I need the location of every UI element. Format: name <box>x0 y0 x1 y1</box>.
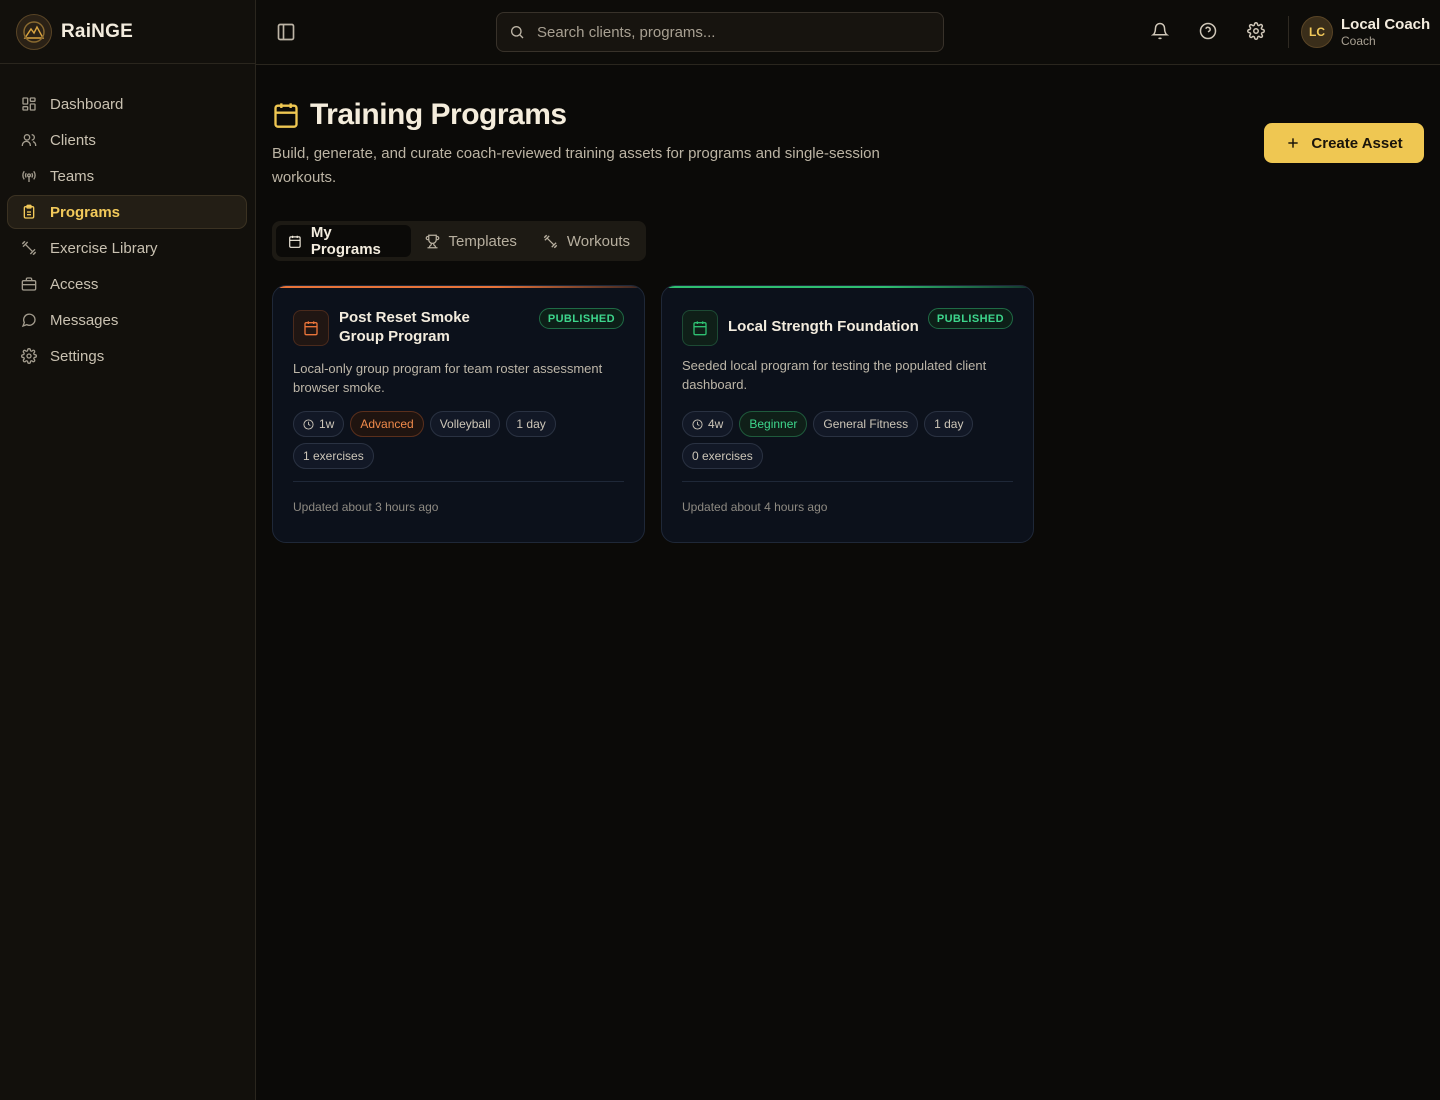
dashboard-grid-icon <box>22 97 36 111</box>
sport-chip: General Fitness <box>813 411 919 437</box>
card-updated: Updated about 3 hours ago <box>293 500 439 514</box>
card-description: Seeded local program for testing the pop… <box>682 358 987 392</box>
level-chip: Beginner <box>739 411 808 437</box>
program-tabs: My Programs Templates Workouts <box>272 221 646 261</box>
calendar-icon <box>289 235 301 248</box>
sidebar-item-exercise-library[interactable]: Exercise Library <box>7 231 247 265</box>
user-role: Coach <box>1341 34 1376 48</box>
create-asset-button[interactable]: Create Asset <box>1264 123 1424 163</box>
card-chips: 4w Beginner General Fitness 1 day 0 exer… <box>682 411 1022 469</box>
exercises-chip: 1 exercises <box>293 443 374 469</box>
level-chip: Advanced <box>350 411 424 437</box>
sidebar-item-messages[interactable]: Messages <box>7 303 247 337</box>
program-card[interactable]: Local Strength Foundation PUBLISHED Seed… <box>661 285 1034 543</box>
panel-left-icon <box>277 23 295 41</box>
status-badge: PUBLISHED <box>538 308 624 329</box>
tab-label: Workouts <box>566 232 630 250</box>
card-updated: Updated about 4 hours ago <box>682 500 828 514</box>
tab-label: Templates <box>448 232 517 250</box>
page-header: Training Programs <box>272 98 567 132</box>
bell-icon[interactable] <box>1151 22 1169 40</box>
card-description: Local-only group program for team roster… <box>293 361 603 395</box>
card-icon <box>293 310 329 346</box>
topbar: LC Local Coach Coach <box>256 0 1440 65</box>
card-divider <box>682 481 1013 482</box>
duration-text: 4w <box>708 417 724 431</box>
sidebar-item-label: Access <box>50 275 99 293</box>
sidebar-item-settings[interactable]: Settings <box>7 339 247 373</box>
program-card[interactable]: Post Reset Smoke Group Program PUBLISHED… <box>272 285 645 543</box>
calendar-icon <box>693 321 707 336</box>
card-title: Post Reset Smoke Group Program <box>339 309 470 345</box>
brand[interactable]: RaiNGE <box>0 0 255 64</box>
sidebar-item-label: Settings <box>50 347 105 365</box>
user-name: Local Coach <box>1341 16 1431 33</box>
sidebar-item-label: Programs <box>50 203 121 221</box>
sidebar-item-access[interactable]: Access <box>7 267 247 301</box>
sidebar-item-clients[interactable]: Clients <box>7 123 247 157</box>
dumbbell-icon <box>543 234 558 248</box>
sidebar: RaiNGE Dashboard Clients Teams Programs … <box>0 0 256 1100</box>
gear-icon[interactable] <box>1247 22 1265 40</box>
card-accent-bar <box>662 286 1033 288</box>
sidebar-toggle-button[interactable] <box>276 22 296 42</box>
dumbbell-icon <box>21 240 37 256</box>
search-bar[interactable] <box>496 12 944 52</box>
message-circle-icon <box>21 313 36 328</box>
days-chip: 1 day <box>924 411 974 437</box>
clock-icon <box>692 418 703 430</box>
trophy-icon <box>425 234 439 248</box>
card-chips: 1w Advanced Volleyball 1 day 1 exercises <box>293 411 633 469</box>
tab-my-programs[interactable]: My Programs <box>276 224 411 258</box>
clock-icon <box>303 418 314 430</box>
duration-chip: 1w <box>293 411 345 437</box>
sidebar-item-dashboard[interactable]: Dashboard <box>7 87 247 121</box>
tab-templates[interactable]: Templates <box>413 225 529 257</box>
users-icon <box>21 134 37 146</box>
duration-text: 1w <box>319 417 335 431</box>
card-title: Local Strength Foundation <box>728 318 919 335</box>
sidebar-item-label: Exercise Library <box>50 239 158 257</box>
gear-icon <box>21 348 37 364</box>
brand-logo-icon <box>16 13 52 50</box>
sidebar-item-label: Teams <box>50 167 95 185</box>
calendar-icon <box>274 103 298 128</box>
topbar-divider <box>1288 16 1289 48</box>
clipboard-icon <box>23 204 35 219</box>
status-badge: PUBLISHED <box>927 308 1013 329</box>
sidebar-nav: Dashboard Clients Teams Programs Exercis… <box>0 64 255 373</box>
brand-name: RaiNGE <box>61 20 133 42</box>
tab-workouts[interactable]: Workouts <box>531 225 642 257</box>
search-icon <box>511 26 524 39</box>
tab-label: My Programs <box>310 224 381 258</box>
days-chip: 1 day <box>506 411 556 437</box>
sidebar-item-label: Messages <box>50 311 119 329</box>
sport-chip: Volleyball <box>429 411 501 437</box>
search-input[interactable] <box>537 23 917 41</box>
briefcase-icon <box>21 277 37 291</box>
page-subtitle: Build, generate, and curate coach-review… <box>272 145 880 186</box>
create-asset-label: Create Asset <box>1311 134 1403 152</box>
sidebar-item-programs[interactable]: Programs <box>7 195 247 229</box>
card-accent-bar <box>273 286 644 288</box>
sidebar-item-teams[interactable]: Teams <box>7 159 247 193</box>
plus-icon <box>1288 138 1299 148</box>
card-divider <box>293 481 624 482</box>
exercises-chip: 0 exercises <box>682 443 763 469</box>
card-icon <box>682 310 718 346</box>
calendar-icon <box>304 321 318 336</box>
broadcast-icon <box>22 170 36 182</box>
avatar[interactable]: LC <box>1301 16 1333 48</box>
sidebar-item-label: Dashboard <box>50 95 124 113</box>
duration-chip: 4w <box>682 411 734 437</box>
help-circle-icon[interactable] <box>1199 22 1217 40</box>
page-title: Training Programs <box>310 98 567 131</box>
sidebar-item-label: Clients <box>50 131 96 149</box>
